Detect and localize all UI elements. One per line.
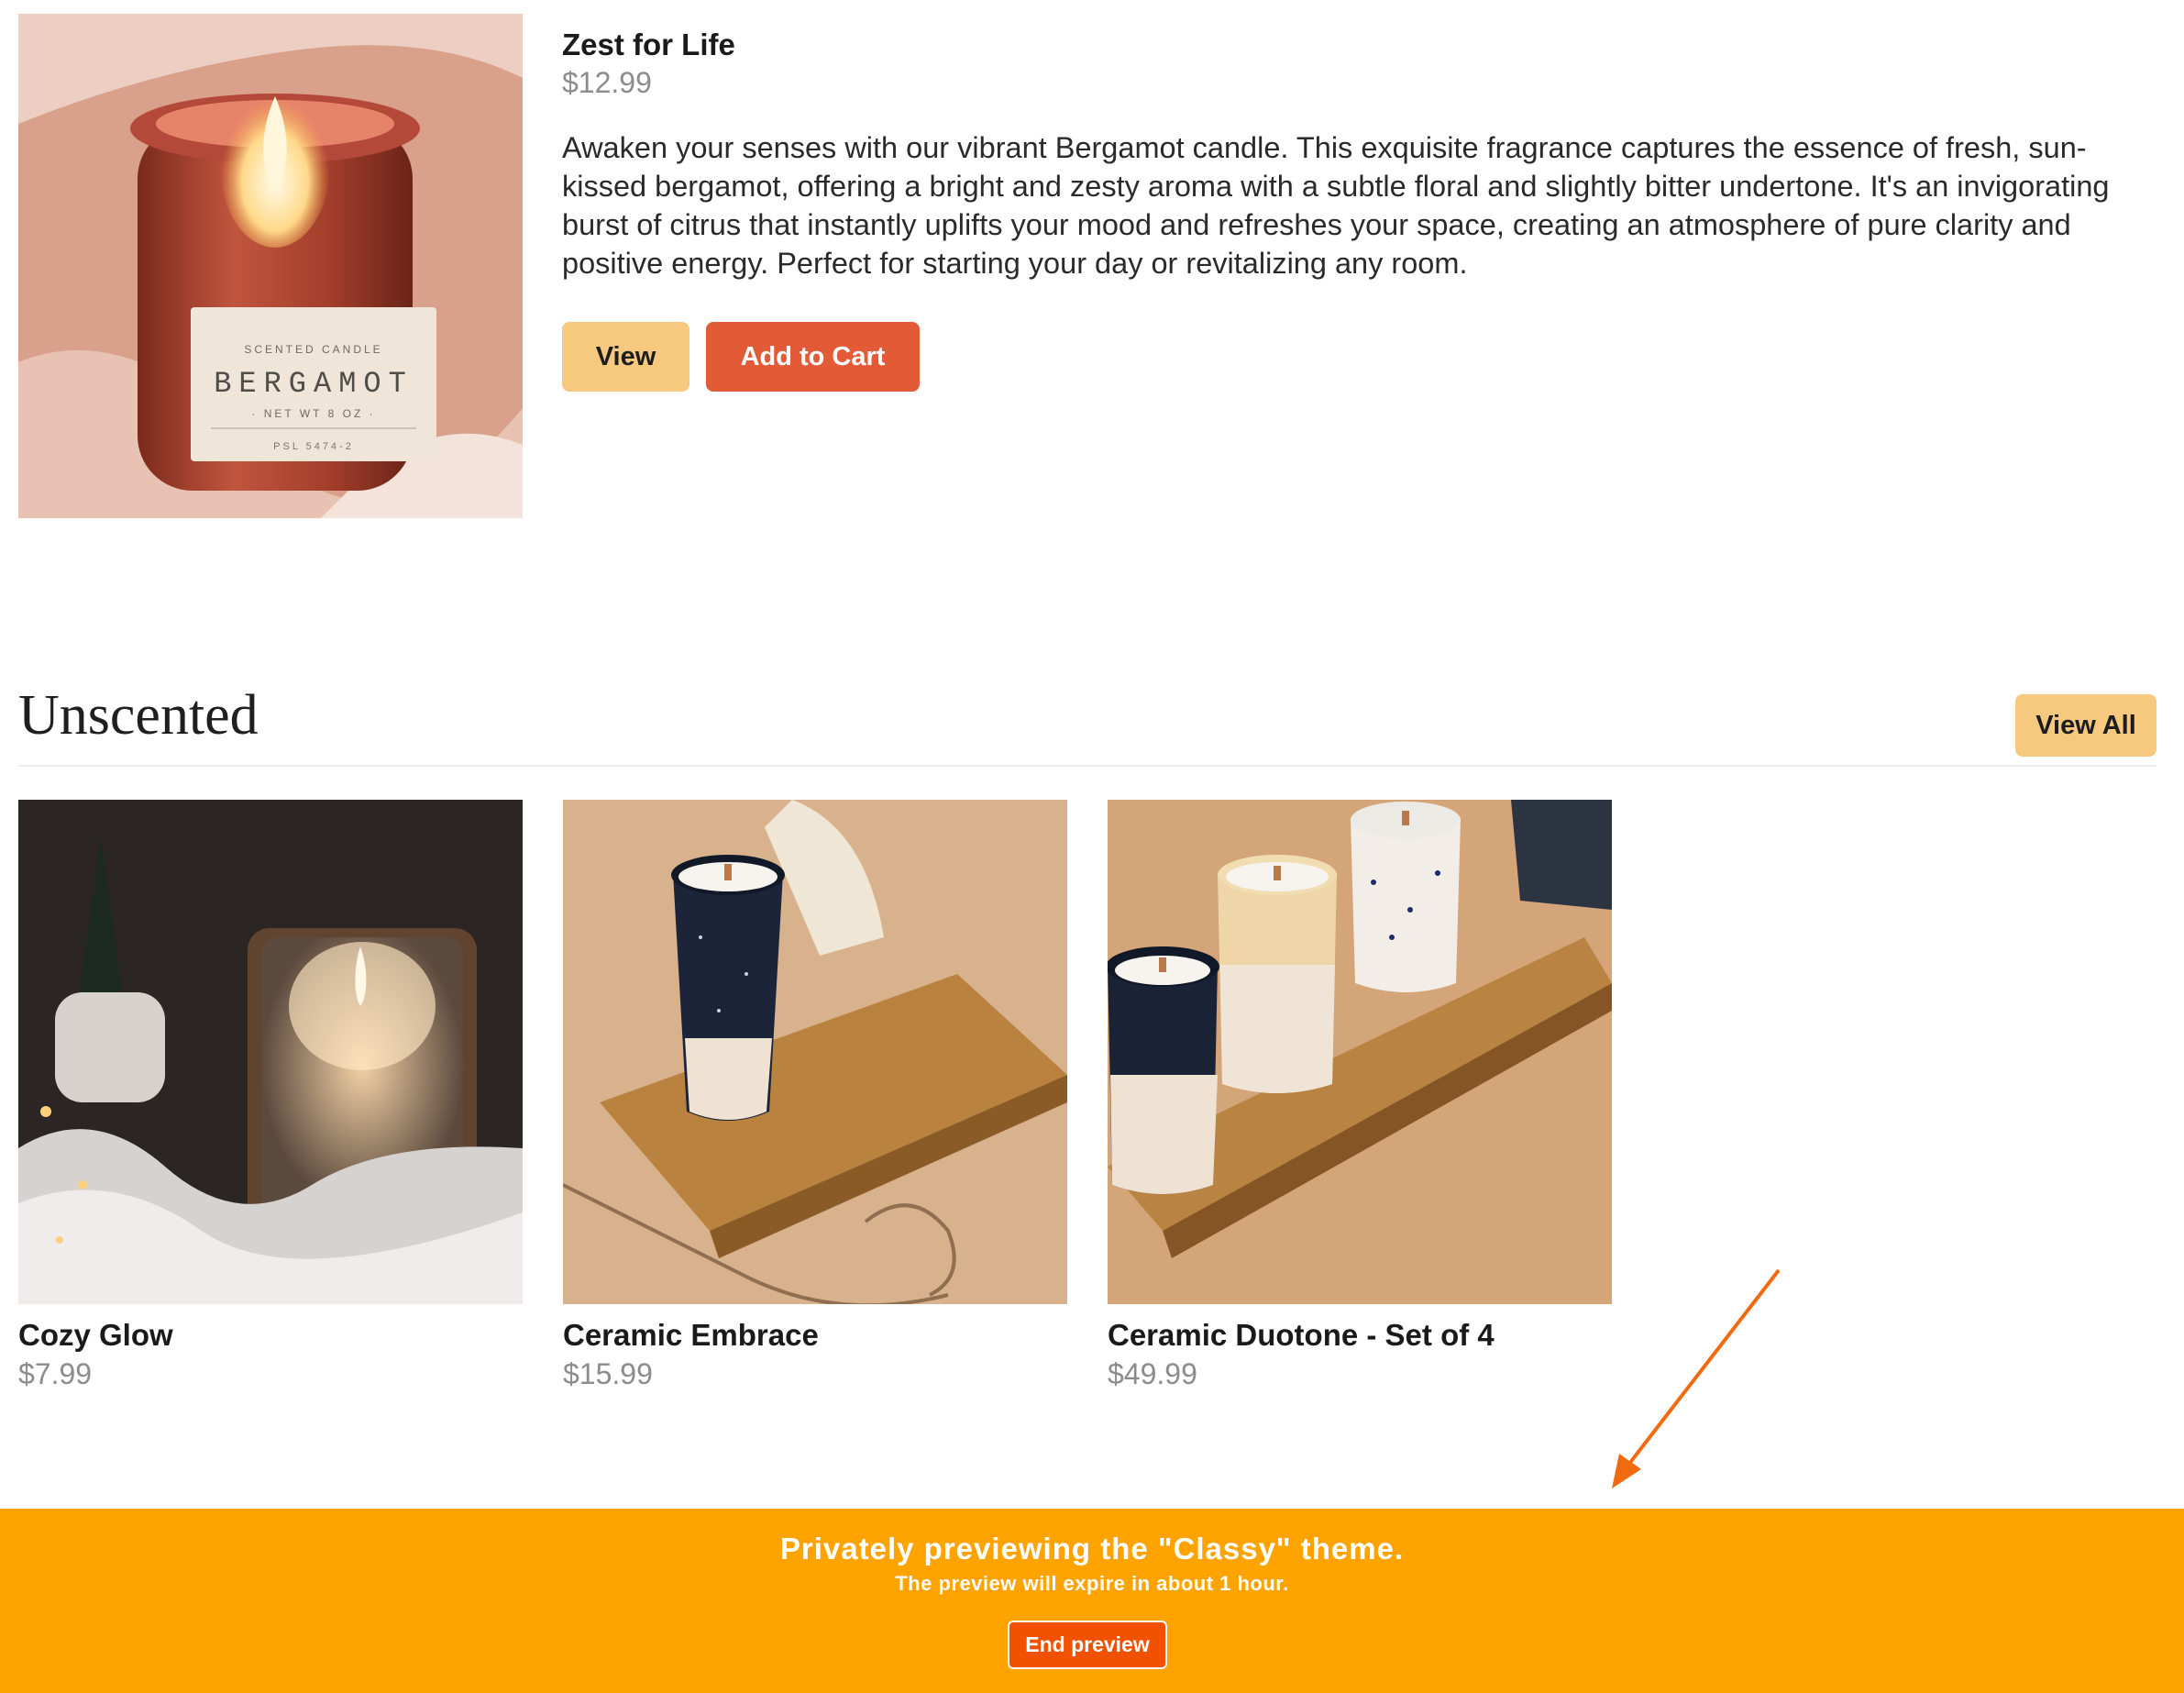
product-price-ceramic-duotone: $49.99 [1108,1357,1197,1390]
svg-text:BERGAMOT: BERGAMOT [214,367,414,401]
product-image-ceramic-embrace[interactable] [563,800,1067,1304]
view-button[interactable]: View [562,322,689,392]
product-price-ceramic-embrace: $15.99 [563,1357,653,1390]
product-price-cozy-glow: $7.99 [18,1357,93,1390]
featured-product-image[interactable]: SCENTED CANDLE BERGAMOT · NET WT 8 OZ · … [18,14,523,518]
add-to-cart-button[interactable]: Add to Cart [706,322,920,392]
section-title: Unscented [18,684,259,747]
annotation-arrow-icon [1612,1268,1781,1488]
svg-text:PSL 5474-2: PSL 5474-2 [273,441,354,452]
ceramic-set-photo [1108,800,1612,1304]
svg-text:· NET WT 8 OZ ·: · NET WT 8 OZ · [251,407,375,420]
featured-product-title[interactable]: Zest for Life [562,28,735,62]
product-image-cozy-glow[interactable] [18,800,523,1304]
product-name-ceramic-duotone[interactable]: Ceramic Duotone - Set of 4 [1108,1318,1495,1353]
product-name-cozy-glow[interactable]: Cozy Glow [18,1318,173,1353]
svg-text:SCENTED CANDLE: SCENTED CANDLE [244,343,382,356]
preview-banner-subtitle: The preview will expire in about 1 hour. [895,1572,1289,1595]
preview-banner-title: Privately previewing the "Classy" theme. [779,1532,1405,1566]
product-image-ceramic-duotone[interactable] [1108,800,1612,1304]
featured-product-price: $12.99 [562,66,652,99]
glass-candle-photo [18,800,523,1304]
bergamot-candle-photo: SCENTED CANDLE BERGAMOT · NET WT 8 OZ · … [18,14,523,518]
section-divider [18,765,2156,767]
featured-product-description: Awaken your senses with our vibrant Berg… [562,131,2110,280]
view-all-button[interactable]: View All [2015,694,2156,757]
ceramic-candle-photo [563,800,1067,1304]
product-name-ceramic-embrace[interactable]: Ceramic Embrace [563,1318,819,1353]
end-preview-button[interactable]: End preview [1008,1621,1167,1669]
